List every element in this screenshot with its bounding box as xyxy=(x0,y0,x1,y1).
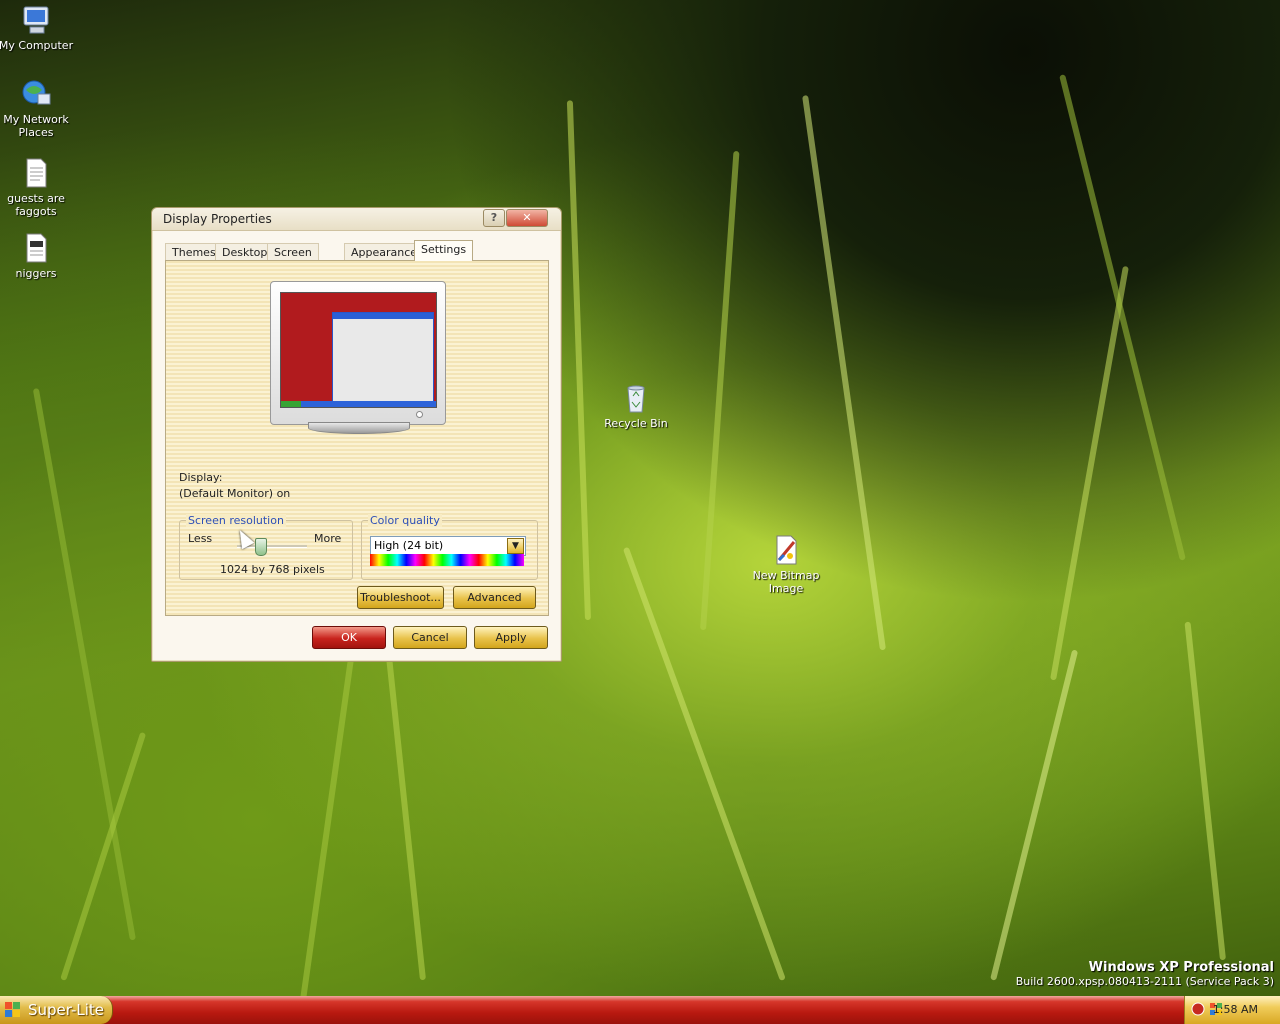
desktop-icon-label: My Network Places xyxy=(3,113,69,139)
network-places-icon xyxy=(20,78,52,110)
document-icon xyxy=(20,232,52,264)
recycle-bin-icon xyxy=(620,382,652,414)
bitmap-image-icon xyxy=(770,534,802,566)
color-quality-group: Color quality High (24 bit) ▼ xyxy=(361,514,538,580)
windows-logo-icon xyxy=(5,1002,21,1018)
os-build: Build 2600.xpsp.080413-2111 (Service Pac… xyxy=(1015,975,1274,988)
tab-appearance[interactable]: Appearance xyxy=(344,243,425,261)
color-spectrum-bar xyxy=(370,554,524,566)
dialog-title: Display Properties xyxy=(163,212,272,226)
monitor-preview xyxy=(270,281,446,434)
troubleshoot-button[interactable]: Troubleshoot... xyxy=(357,586,444,609)
desktop-icon-label: niggers xyxy=(15,267,57,280)
os-edition: Windows XP Professional xyxy=(1088,960,1274,975)
resolution-value: 1024 by 768 pixels xyxy=(220,563,325,576)
desktop-icon-my-computer[interactable]: My Computer xyxy=(0,4,74,52)
network-tray-icon[interactable] xyxy=(1191,1002,1205,1016)
text-document-icon xyxy=(20,157,52,189)
taskbar: Super-Lite 1:58 AM xyxy=(0,996,1280,1024)
display-properties-dialog: Display Properties ? ✕ Themes Desktop Sc… xyxy=(151,207,562,662)
color-quality-select[interactable]: High (24 bit) ▼ xyxy=(370,536,526,556)
computer-icon xyxy=(20,4,52,36)
desktop-icon-niggers-document[interactable]: niggers xyxy=(0,232,74,280)
desktop-icon-label: Recycle Bin xyxy=(604,417,668,430)
desktop-icon-label: New Bitmap Image xyxy=(752,569,820,595)
clock[interactable]: 1:58 AM xyxy=(1213,1003,1258,1016)
resolution-slider-thumb[interactable] xyxy=(255,538,267,556)
start-button[interactable]: Super-Lite xyxy=(0,996,113,1024)
tab-screen-saver[interactable]: Screen Saver xyxy=(267,243,319,276)
system-tray: 1:58 AM xyxy=(1184,996,1280,1024)
screen-resolution-legend: Screen resolution xyxy=(186,514,286,527)
color-quality-legend: Color quality xyxy=(368,514,442,527)
less-label: Less xyxy=(188,532,213,545)
close-button[interactable]: ✕ xyxy=(506,209,548,227)
desktop-icon-label: My Computer xyxy=(0,39,74,52)
apply-button[interactable]: Apply xyxy=(474,626,548,649)
color-quality-value: High (24 bit) xyxy=(374,539,444,552)
dialog-titlebar[interactable]: Display Properties ? ✕ xyxy=(152,208,561,231)
start-label: Super-Lite xyxy=(28,1001,105,1019)
ok-button[interactable]: OK xyxy=(312,626,386,649)
os-watermark: Windows XP Professional Build 2600.xpsp.… xyxy=(1016,960,1274,988)
desktop-icon-recycle-bin[interactable]: Recycle Bin xyxy=(598,382,674,430)
advanced-button[interactable]: Advanced xyxy=(453,586,536,609)
more-label: More xyxy=(314,532,342,545)
cancel-button[interactable]: Cancel xyxy=(393,626,467,649)
settings-panel: Display: (Default Monitor) on Screen res… xyxy=(165,260,549,616)
desktop-icon-new-bitmap-image[interactable]: New Bitmap Image xyxy=(748,534,824,595)
desktop-icon-label: guests are faggots xyxy=(7,192,65,218)
tab-settings[interactable]: Settings xyxy=(414,240,474,261)
desktop-icon-guests-document[interactable]: guests are faggots xyxy=(0,157,74,218)
help-button[interactable]: ? xyxy=(483,209,505,227)
display-label: Display: xyxy=(179,471,223,484)
screen-resolution-group: Screen resolution Less More 1024 by 768 … xyxy=(179,514,353,580)
tab-desktop[interactable]: Desktop xyxy=(215,243,275,261)
display-value: (Default Monitor) on xyxy=(179,487,291,500)
chevron-down-icon[interactable]: ▼ xyxy=(507,538,524,554)
desktop-icon-my-network-places[interactable]: My Network Places xyxy=(0,78,74,139)
